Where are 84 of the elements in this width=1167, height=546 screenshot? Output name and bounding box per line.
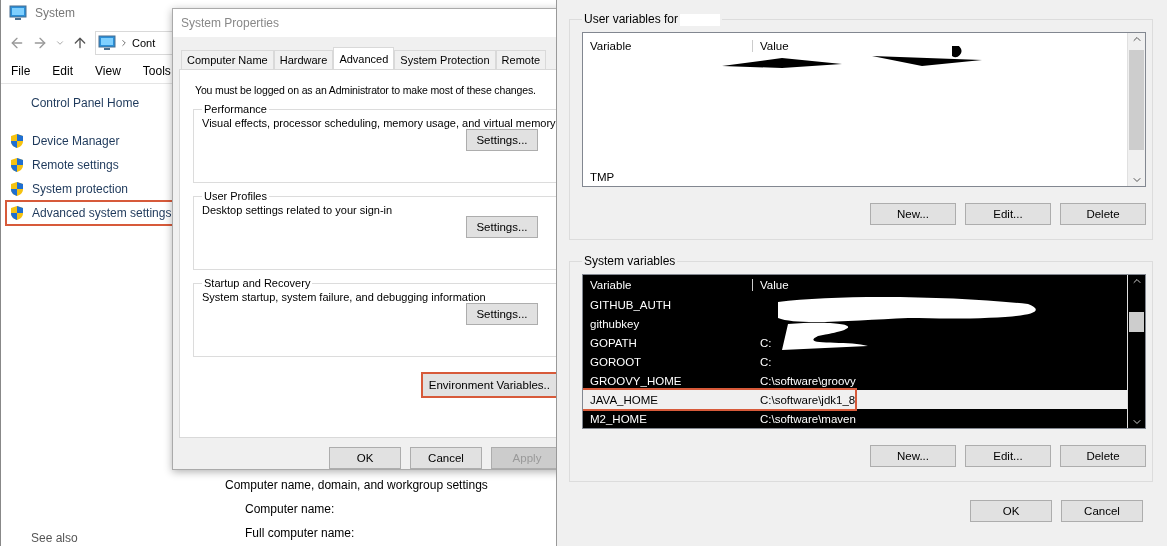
column-header[interactable]: Variable: [583, 279, 753, 291]
dialog-button[interactable]: OK: [329, 447, 401, 469]
settings-button[interactable]: Settings...: [466, 129, 538, 151]
settings-button[interactable]: Settings...: [466, 216, 538, 238]
variable-name: JAVA_HOME: [589, 393, 659, 406]
variable-name: githubkey: [589, 317, 641, 330]
menu-item[interactable]: View: [95, 64, 121, 78]
group-title: User variables for: [582, 12, 723, 26]
menu-item[interactable]: Tools: [142, 64, 171, 78]
scrollbar[interactable]: [1127, 275, 1145, 428]
variable-name: TMP: [589, 170, 616, 183]
variable-row[interactable]: GITHUB_AUTH: [583, 295, 753, 314]
scroll-thumb[interactable]: [1129, 49, 1144, 150]
variable-row[interactable]: M2_HOME C:\software\maven: [583, 409, 856, 428]
group-title: Performance: [203, 103, 268, 115]
up-icon[interactable]: [72, 35, 88, 51]
shield-icon: [9, 133, 25, 149]
column-header[interactable]: Variable: [583, 40, 753, 52]
variable-button[interactable]: Edit...: [965, 203, 1051, 225]
variable-list[interactable]: Variable Value GITHUB_AUTH githubkey GOPATH C: GOROOT C: GROOVY_HOME C:\software\groovy JAVA_HOME C:\software\jdk1_8 M2_HOME C:\software\maven: [582, 274, 1146, 429]
scrollbar[interactable]: [1127, 33, 1145, 186]
variable-button[interactable]: New...: [870, 445, 956, 467]
tab[interactable]: Advanced: [333, 47, 395, 69]
variable-value: C:: [759, 336, 772, 349]
section-title: Computer name, domain, and workgroup settings: [225, 478, 488, 492]
shield-icon: [9, 157, 25, 173]
group-description: System startup, system failure, and debugging information: [202, 291, 487, 303]
notice-text: You must be logged on as an Administrator to make most of these changes.: [195, 84, 537, 96]
dialog-button[interactable]: Cancel: [410, 447, 482, 469]
variable-name: GROOVY_HOME: [589, 374, 683, 387]
dropdown-icon[interactable]: [55, 38, 65, 48]
tab[interactable]: Remote: [495, 50, 547, 69]
variable-name: GOPATH: [589, 336, 638, 349]
variable-name: M2_HOME: [589, 412, 648, 425]
environment-variables-button[interactable]: Environment Variables..: [420, 372, 558, 398]
shield-icon: [9, 181, 25, 197]
chevron-icon: [119, 38, 129, 48]
tab[interactable]: Computer Name: [181, 50, 274, 69]
shield-icon: [9, 205, 25, 221]
address-text: Cont: [132, 37, 156, 49]
computer-icon: [9, 5, 27, 21]
field-label: Computer name:: [245, 502, 336, 516]
variable-value: C:\software\maven: [759, 412, 856, 425]
nav-link[interactable]: Remote settings: [7, 154, 123, 176]
computer-icon: [98, 35, 116, 51]
variable-value: C:\software\jdk1_8: [759, 393, 856, 406]
nav-link[interactable]: System protection: [7, 178, 133, 200]
group-description: Visual effects, processor scheduling, memory usage, and virtual memory: [202, 117, 557, 129]
variable-row[interactable]: GOPATH C:: [583, 333, 772, 352]
group-title: User Profiles: [203, 190, 268, 202]
menu-item[interactable]: File: [11, 64, 31, 78]
settings-button[interactable]: Settings...: [466, 303, 538, 325]
variable-list[interactable]: Variable Value TMP: [582, 32, 1146, 187]
group-title: System variables: [583, 254, 677, 268]
variable-row[interactable]: GOROOT C:: [583, 352, 772, 371]
group-title: Startup and Recovery: [203, 277, 312, 289]
variable-button[interactable]: Delete: [1060, 203, 1146, 225]
nav-link[interactable]: Advanced system settings: [7, 202, 176, 224]
menu-item[interactable]: Edit: [52, 64, 74, 78]
variable-row[interactable]: TMP: [583, 167, 753, 186]
see-also-heading: See also: [31, 531, 78, 545]
dialog-button[interactable]: OK: [970, 500, 1052, 522]
column-header[interactable]: Value: [753, 40, 1053, 52]
nav-link[interactable]: Device Manager: [7, 130, 124, 152]
variable-row[interactable]: GROOVY_HOME C:\software\groovy: [583, 371, 856, 390]
variable-button[interactable]: Delete: [1060, 445, 1146, 467]
variable-button[interactable]: Edit...: [965, 445, 1051, 467]
window-title: System: [35, 6, 75, 20]
variable-row[interactable]: JAVA_HOME C:\software\jdk1_8: [583, 390, 1127, 409]
variable-row[interactable]: githubkey: [583, 314, 753, 333]
variable-name: GITHUB_AUTH: [589, 298, 673, 311]
back-icon[interactable]: [9, 35, 25, 51]
variable-button[interactable]: New...: [870, 203, 956, 225]
variable-value: C:\software\groovy: [759, 374, 856, 387]
dialog-button[interactable]: Cancel: [1061, 500, 1143, 522]
forward-icon[interactable]: [32, 35, 48, 51]
field-label: Full computer name:: [245, 526, 356, 540]
column-header[interactable]: Value: [753, 279, 1053, 291]
variable-value: C:: [759, 355, 772, 368]
tab[interactable]: Hardware: [273, 50, 334, 69]
tab[interactable]: System Protection: [394, 50, 496, 69]
group-description: Desktop settings related to your sign-in: [202, 204, 394, 216]
variable-name: GOROOT: [589, 355, 643, 368]
scroll-thumb[interactable]: [1129, 311, 1144, 332]
